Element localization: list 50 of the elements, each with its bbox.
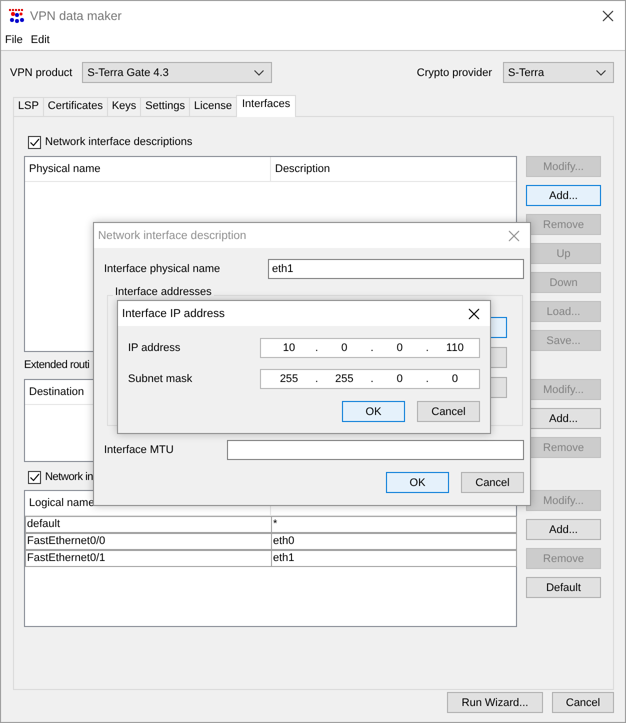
- section-label: Extended routi: [24, 359, 90, 373]
- table-cell: eth0: [271, 533, 517, 550]
- button[interactable]: Add...: [526, 185, 601, 206]
- dialog-title: Network interface description: [98, 230, 246, 242]
- field-label: Subnet mask: [128, 373, 192, 385]
- table-cell: FastEthernet0/0: [25, 533, 272, 550]
- button[interactable]: Cancel: [417, 401, 480, 422]
- column-header[interactable]: Description: [271, 157, 516, 181]
- tab[interactable]: Interfaces: [236, 95, 296, 117]
- group-label: Interface addresses: [113, 286, 214, 298]
- checkbox-label: Network interface descriptions: [45, 136, 192, 148]
- column-header[interactable]: Physical name: [25, 157, 271, 181]
- menu-item[interactable]: Edit: [30, 34, 50, 46]
- app-logo-icon: [9, 8, 24, 22]
- dropdown[interactable]: S-Terra Gate 4.3: [82, 62, 272, 83]
- button[interactable]: Default: [526, 577, 601, 598]
- button[interactable]: Cancel: [461, 472, 524, 493]
- field-label: Interface MTU: [104, 444, 174, 456]
- button[interactable]: Cancel: [552, 692, 614, 713]
- field-label: IP address: [128, 342, 180, 354]
- button[interactable]: OK: [342, 401, 405, 422]
- ip-address-field[interactable]: 255 . 255 . 0 . 0: [260, 369, 480, 389]
- button[interactable]: Add...: [526, 519, 601, 540]
- close-icon: [508, 230, 520, 242]
- table-cell: FastEthernet0/1: [25, 550, 272, 567]
- close-icon: [468, 308, 480, 320]
- table-cell: eth1: [271, 550, 517, 567]
- table-cell: default: [25, 516, 272, 533]
- field-label: VPN product: [10, 66, 72, 78]
- dropdown[interactable]: S-Terra: [503, 62, 614, 83]
- tab[interactable]: LSP: [13, 97, 44, 116]
- chevron-down-icon: [596, 70, 606, 76]
- chevron-down-icon: [254, 70, 264, 76]
- menu-item[interactable]: File: [5, 34, 23, 46]
- close-icon: [602, 10, 614, 22]
- checkbox[interactable]: [28, 470, 41, 484]
- checkbox[interactable]: [28, 136, 41, 148]
- button[interactable]: OK: [386, 472, 449, 493]
- table-cell: *: [271, 516, 517, 533]
- check-icon: [29, 472, 40, 482]
- field-label: Interface physical name: [104, 263, 220, 275]
- window-title: VPN data maker: [30, 8, 123, 22]
- checkbox-label: Network in: [45, 471, 93, 483]
- input-field[interactable]: [227, 440, 524, 460]
- button[interactable]: Run Wizard...: [447, 692, 543, 713]
- dialog-title: Interface IP address: [122, 308, 225, 320]
- input-field[interactable]: eth1: [268, 259, 524, 279]
- ip-address-field[interactable]: 10 . 0 . 0 . 110: [260, 338, 480, 358]
- check-icon: [29, 136, 40, 148]
- field-label: Crypto provider: [416, 66, 492, 78]
